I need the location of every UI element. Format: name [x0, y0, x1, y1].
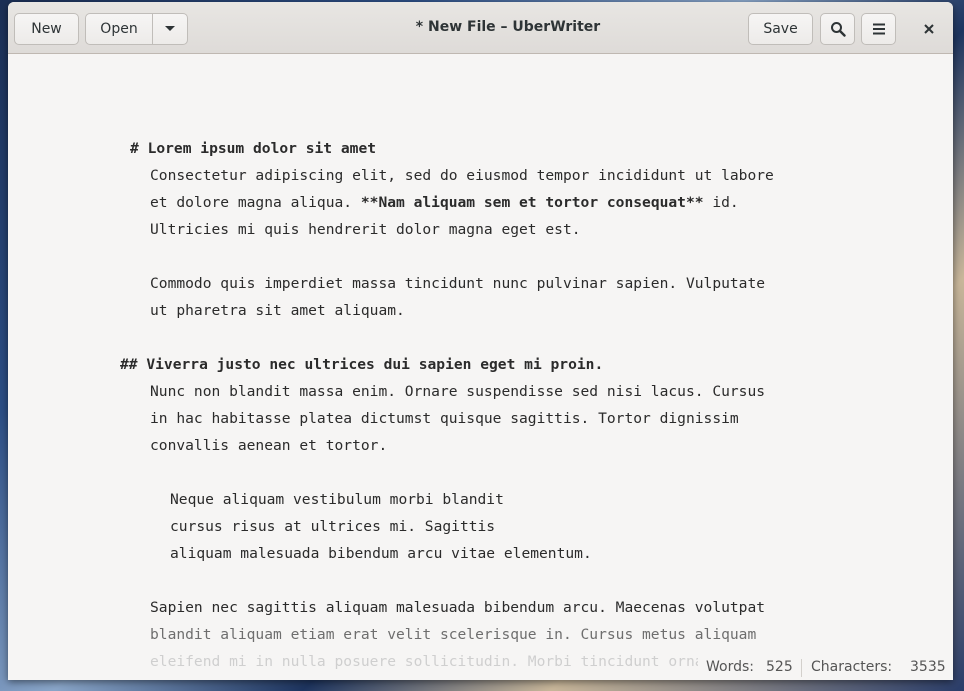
open-button[interactable]: Open [85, 13, 153, 45]
paragraph-line: Ultricies mi quis hendrerit dolor magna … [150, 221, 581, 238]
words-label: Words: [706, 659, 754, 675]
text-editor[interactable]: # Lorem ipsum dolor sit amet Consectetur… [8, 54, 953, 680]
paragraph-line: eleifend mi in nulla posuere sollicitudi… [150, 653, 774, 670]
heading-1: # Lorem ipsum dolor sit amet [130, 140, 377, 157]
paragraph-line: et dolore magna aliqua. **Nam aliquam se… [150, 189, 739, 216]
search-icon [830, 22, 846, 37]
bold-text-span: **Nam aliquam sem et tortor consequat** [360, 194, 704, 211]
paragraph-line: Consectetur adipiscing elit, sed do eius… [150, 167, 774, 184]
chevron-down-icon [165, 26, 175, 31]
paragraph-line: in hac habitasse platea dictumst quisque… [150, 410, 739, 427]
app-window: New Open * New File – UberWriter Save # … [8, 2, 953, 680]
paragraph-line: convallis aenean et tortor. [150, 437, 388, 454]
words-count: 525 [766, 659, 793, 675]
text-span: et dolore magna aliqua. [150, 194, 361, 211]
header-bar: New Open * New File – UberWriter Save [8, 2, 953, 54]
blockquote-line: aliquam malesuada bibendum arcu vitae el… [170, 545, 592, 562]
status-bar: Words: 525 Characters: 3535 [698, 655, 953, 680]
close-icon [923, 24, 934, 34]
blockquote-line: Neque aliquam vestibulum morbi blandit [170, 491, 504, 508]
open-recent-dropdown-button[interactable] [152, 13, 188, 45]
paragraph-line: blandit aliquam etiam erat velit sceleri… [150, 626, 757, 643]
status-divider [801, 659, 802, 677]
main-menu-button[interactable] [861, 13, 896, 45]
text-span: id. [703, 194, 739, 211]
heading-2: ## Viverra justo nec ultrices dui sapien… [120, 356, 604, 373]
save-button[interactable]: Save [748, 13, 813, 45]
paragraph-line: Commodo quis imperdiet massa tincidunt n… [150, 275, 766, 292]
new-button[interactable]: New [14, 13, 79, 45]
characters-count: 3535 [910, 659, 946, 675]
blockquote-line: cursus risus at ultrices mi. Sagittis [170, 518, 496, 535]
close-window-button[interactable] [912, 13, 945, 45]
window-title: * New File – UberWriter [415, 19, 601, 35]
paragraph-line: Nunc non blandit massa enim. Ornare susp… [150, 383, 766, 400]
paragraph-line: ut pharetra sit amet aliquam. [150, 302, 405, 319]
search-button[interactable] [820, 13, 855, 45]
paragraph-line: Sapien nec sagittis aliquam malesuada bi… [150, 599, 766, 616]
characters-label: Characters: [811, 659, 893, 675]
hamburger-menu-icon [872, 23, 885, 35]
